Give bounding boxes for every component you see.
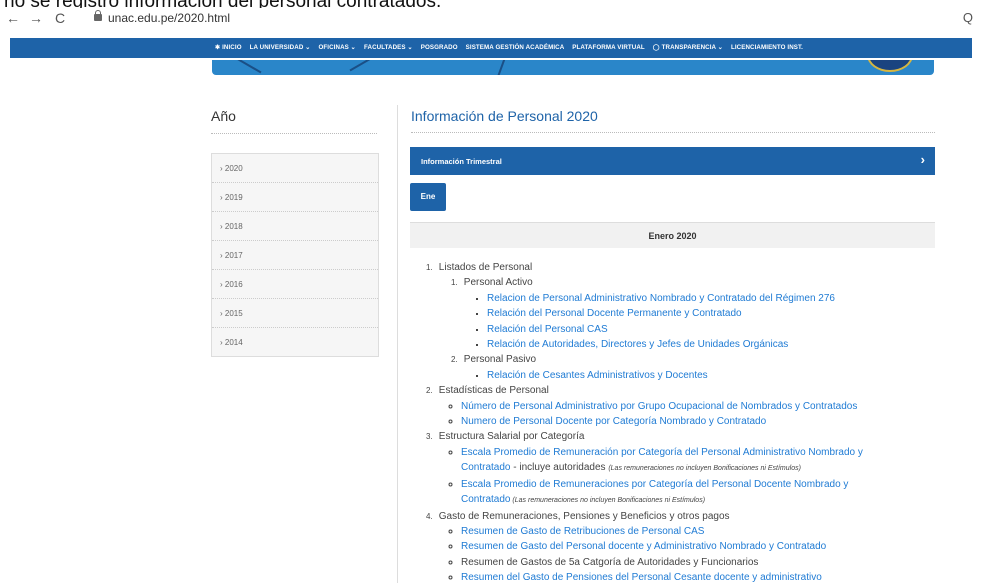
month-header: Enero 2020 — [410, 222, 935, 248]
doc-link[interactable]: Relación de Cesantes Administrativos y D… — [487, 370, 708, 381]
nav-licenciamiento[interactable]: LICENCIAMIENTO INST. — [731, 44, 803, 51]
section-label: Gasto de Remuneraciones, Pensiones y Ben… — [438, 510, 730, 522]
accordion-label: Información Trimestral — [421, 157, 502, 166]
static-item: Resumen de Gastos de 5a Catgoría de Auto… — [461, 556, 759, 568]
year-item-2015[interactable]: › 2015 — [212, 299, 378, 328]
list-item: 3. Estructura Salarial por Categoría Esc… — [426, 429, 946, 508]
nav-la-universidad[interactable]: LA UNIVERSIDAD ⌄ — [250, 44, 311, 51]
doc-link[interactable]: Contratado — [461, 462, 510, 473]
doc-link[interactable]: Resumen de Gasto de Retribuciones de Per… — [461, 526, 704, 537]
university-seal-icon — [867, 60, 913, 72]
year-item-2018[interactable]: › 2018 — [212, 212, 378, 241]
nav-inicio[interactable]: ✱ INICIO — [215, 44, 242, 51]
nav-facultades[interactable]: FACULTADES ⌄ — [364, 44, 413, 51]
year-list: › 2020 › 2019 › 2018 › 2017 › 2016 › 201… — [211, 153, 379, 357]
list-item: 1. Personal Activo Relacion de Personal … — [451, 275, 946, 352]
doc-link[interactable]: Relación del Personal CAS — [487, 324, 608, 335]
accordion-informacion-trimestral[interactable]: Información Trimestral › — [410, 147, 935, 175]
year-item-2014[interactable]: › 2014 — [212, 328, 378, 356]
list-item: 1. Listados de Personal 1. Personal Acti… — [426, 260, 946, 383]
header-banner — [212, 60, 934, 75]
section-label: Estadísticas de Personal — [438, 385, 549, 397]
doc-link[interactable]: Escala Promedio de Remuneración por Cate… — [461, 447, 863, 458]
year-item-2016[interactable]: › 2016 — [212, 270, 378, 299]
chevron-right-icon: › — [920, 152, 925, 167]
title-divider — [411, 132, 935, 133]
year-item-2019[interactable]: › 2019 — [212, 183, 378, 212]
doc-link[interactable]: Escala Promedio de Remuneraciones por Ca… — [461, 479, 848, 490]
subsection-label: Personal Pasivo — [463, 354, 537, 366]
doc-link[interactable]: Relación del Personal Docente Permanente… — [487, 308, 742, 319]
list-item: 2. Estadísticas de Personal Número de Pe… — [426, 383, 946, 429]
sidebar-divider — [211, 133, 377, 134]
column-divider — [397, 105, 398, 583]
nav-posgrado[interactable]: POSGRADO — [421, 44, 458, 51]
link-item: Resumen de Gasto del Personal docente y … — [461, 539, 946, 554]
list-item: 2. Personal Pasivo Relación de Cesantes … — [451, 352, 946, 383]
link-item: Relación del Personal CAS — [487, 322, 946, 337]
doc-link[interactable]: Numero de Personal Docente por Categoría… — [461, 416, 766, 427]
doc-link[interactable]: Resumen del Gasto de Pensiones del Perso… — [461, 572, 822, 583]
link-item: Relación de Autoridades, Directores y Je… — [487, 337, 946, 352]
zoom-icon[interactable]: Q — [963, 10, 973, 25]
link-item: Escala Promedio de Remuneración por Cate… — [461, 445, 946, 477]
link-item: Relación de Cesantes Administrativos y D… — [487, 368, 946, 383]
back-icon[interactable]: ← — [6, 10, 20, 26]
link-item: Resumen de Gastos de 5a Catgoría de Auto… — [461, 555, 946, 570]
link-item: Relacion de Personal Administrativo Nomb… — [487, 291, 946, 306]
nav-transparencia[interactable]: ◯ TRANSPARENCIA ⌄ — [653, 44, 723, 51]
doc-link[interactable]: Relación de Autoridades, Directores y Je… — [487, 339, 788, 350]
forward-icon[interactable]: → — [29, 10, 43, 26]
year-item-2020[interactable]: › 2020 — [212, 154, 378, 183]
reload-icon[interactable]: C — [55, 10, 65, 26]
nav-oficinas[interactable]: OFICINAS ⌄ — [319, 44, 356, 51]
top-navigation: ✱ INICIO LA UNIVERSIDAD ⌄ OFICINAS ⌄ FAC… — [10, 38, 972, 58]
link-item: Resumen de Gasto de Retribuciones de Per… — [461, 524, 946, 539]
doc-link[interactable]: Contratado — [461, 494, 510, 505]
nav-sistema-gestion[interactable]: SISTEMA GESTIÓN ACADÉMICA — [466, 44, 565, 51]
lock-icon — [94, 10, 102, 21]
tab-ene[interactable]: Ene — [410, 183, 446, 211]
browser-address-bar: ← → C unac.edu.pe/2020.html Q — [0, 8, 981, 30]
link-item: Relación del Personal Docente Permanente… — [487, 306, 946, 321]
sidebar-title: Año — [211, 108, 236, 124]
url-field[interactable]: unac.edu.pe/2020.html — [108, 11, 230, 25]
list-item: 4. Gasto de Remuneraciones, Pensiones y … — [426, 509, 946, 586]
subsection-label: Personal Activo — [463, 277, 533, 289]
doc-link[interactable]: Resumen de Gasto del Personal docente y … — [461, 541, 826, 552]
link-item: Resumen del Gasto de Pensiones del Perso… — [461, 570, 946, 585]
link-item: Escala Promedio de Remuneraciones por Ca… — [461, 477, 946, 509]
year-item-2017[interactable]: › 2017 — [212, 241, 378, 270]
doc-link[interactable]: Número de Personal Administrativo por Gr… — [461, 401, 857, 412]
doc-link[interactable]: Relacion de Personal Administrativo Nomb… — [487, 293, 835, 304]
section-label: Estructura Salarial por Categoría — [438, 431, 585, 443]
page-title: Información de Personal 2020 — [411, 108, 598, 124]
content-list: 1. Listados de Personal 1. Personal Acti… — [426, 260, 946, 586]
nav-plataforma-virtual[interactable]: PLATAFORMA VIRTUAL — [572, 44, 645, 51]
section-label: Listados de Personal — [438, 262, 533, 273]
link-item: Numero de Personal Docente por Categoría… — [461, 414, 946, 429]
link-item: Número de Personal Administrativo por Gr… — [461, 399, 946, 414]
